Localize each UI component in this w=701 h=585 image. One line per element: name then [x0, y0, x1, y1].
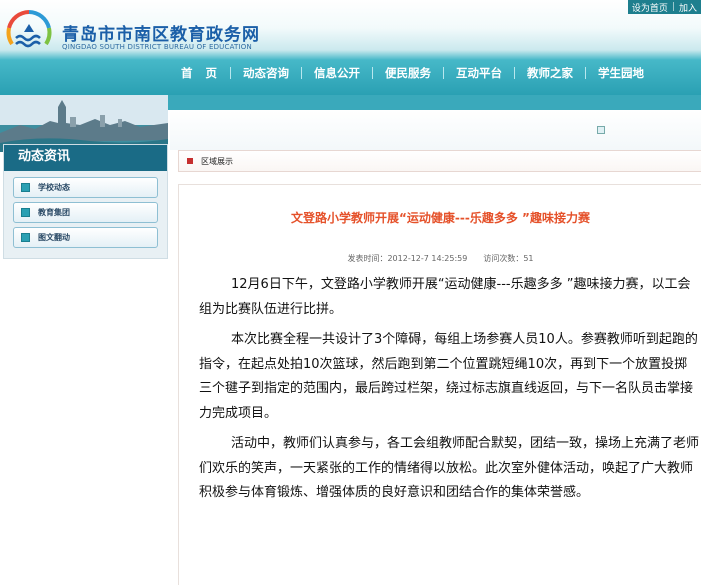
- site-name-english: QINGDAO SOUTH DISTRICT BUREAU OF EDUCATI…: [62, 43, 252, 51]
- sidebar-item-label: 图文翻动: [38, 233, 70, 242]
- nav-students[interactable]: 学生园地: [585, 64, 656, 84]
- views-label: 访问次数：: [483, 254, 524, 263]
- sidebar-item-education-group[interactable]: 教育集团: [13, 202, 158, 223]
- site-logo: [6, 10, 52, 48]
- article-paragraph: 12月6日下午，文登路小学教师开展“运动健康---乐趣多多 ”趣味接力赛，以工会…: [199, 277, 691, 317]
- nav-teachers[interactable]: 教师之家: [514, 64, 585, 84]
- main-nav: 首页 动态咨询 信息公开 便民服务 互动平台 教师之家 学生园地: [168, 64, 656, 84]
- sidebar-item-label: 学校动态: [38, 183, 70, 192]
- sidebar: 动态资讯 学校动态 教育集团 图文翻动: [3, 144, 168, 259]
- square-bullet-icon: [21, 208, 30, 217]
- content-top-band: [170, 110, 701, 150]
- breadcrumb-label[interactable]: 区域展示: [201, 156, 233, 167]
- sidebar-list: 学校动态 教育集团 图文翻动: [4, 171, 167, 248]
- nav-info-public[interactable]: 信息公开: [301, 64, 372, 84]
- header-bottom-band: [168, 95, 701, 110]
- square-bullet-icon: [21, 233, 30, 242]
- article-title: 文登路小学教师开展“运动健康---乐趣多多 ”趣味接力赛: [291, 211, 590, 225]
- top-links: 设为首页 | 加入: [627, 0, 701, 14]
- publish-label: 发表时间：: [347, 254, 388, 263]
- nav-interaction[interactable]: 互动平台: [443, 64, 514, 84]
- article-meta: 发表时间：2012-12-7 14:25:59 访问次数：51: [179, 253, 701, 264]
- close-icon[interactable]: [597, 126, 605, 134]
- nav-news[interactable]: 动态咨询: [230, 64, 301, 84]
- sidebar-item-school-news[interactable]: 学校动态: [13, 177, 158, 198]
- set-homepage-link[interactable]: 设为首页: [632, 1, 668, 14]
- content-area: 区域展示 文登路小学教师开展“运动健康---乐趣多多 ”趣味接力赛 发表时间：2…: [170, 110, 701, 585]
- sidebar-title: 动态资讯: [4, 145, 167, 171]
- site-name: 青岛市市南区教育政务网: [62, 25, 260, 45]
- sidebar-item-label: 教育集团: [38, 208, 70, 217]
- article-paragraph: 活动中，教师们认真参与，各工会组教师配合默契，团结一致，操场上充满了老师们欢乐的…: [199, 436, 700, 500]
- red-square-icon: [187, 158, 193, 164]
- nav-home[interactable]: 首页: [168, 64, 230, 84]
- sidebar-item-photo-slides[interactable]: 图文翻动: [13, 227, 158, 248]
- views-count: 51: [523, 254, 534, 263]
- breadcrumb: 区域展示: [178, 150, 701, 172]
- nav-services[interactable]: 便民服务: [372, 64, 443, 84]
- article: 文登路小学教师开展“运动健康---乐趣多多 ”趣味接力赛 发表时间：2012-1…: [178, 184, 701, 585]
- square-bullet-icon: [21, 183, 30, 192]
- publish-time: 2012-12-7 14:25:59: [387, 254, 468, 263]
- separator: |: [671, 2, 675, 12]
- article-body: 12月6日下午，文登路小学教师开展“运动健康---乐趣多多 ”趣味接力赛，以工会…: [199, 273, 699, 512]
- site-header: 设为首页 | 加入 青岛市市南区教育政务网 QINGDAO SOUTH DIST…: [0, 0, 701, 95]
- article-paragraph: 本次比赛全程一共设计了3个障碍，每组上场参赛人员10人。参赛教师听到起跑的指令，…: [199, 332, 698, 421]
- add-favorite-link[interactable]: 加入: [679, 1, 697, 14]
